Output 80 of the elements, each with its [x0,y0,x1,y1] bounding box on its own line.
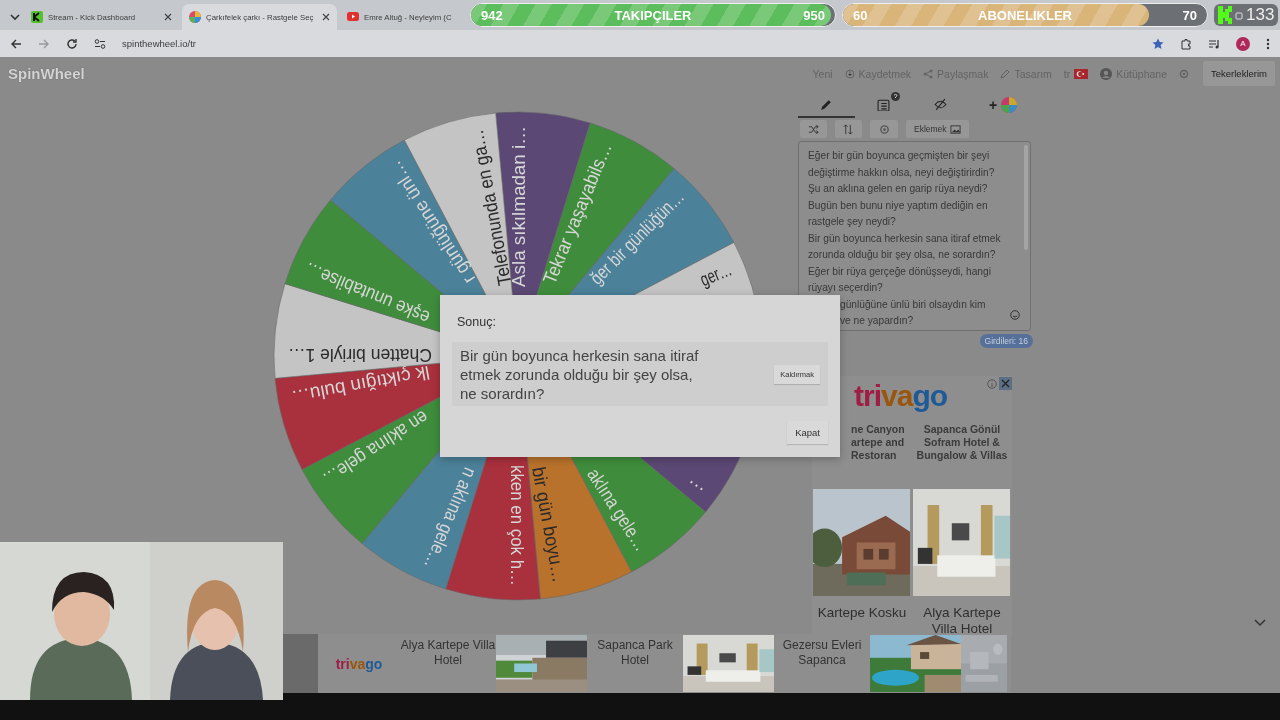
segment-label: bir gün boyu… [528,465,572,591]
close-icon[interactable] [999,377,1012,390]
entry-line: ve ne yapardın? [839,314,914,328]
profile-avatar[interactable]: A [1236,36,1250,51]
segment-label: kken en çok h… [507,465,529,602]
hotel-name[interactable]: Gezersu Evleri Sapanca [774,634,870,693]
hotel-name[interactable]: Alya Kartepe Villa Hotel [913,596,1011,637]
eye-slash-icon [934,97,947,111]
entry-line: Eğer bir rüya gerçeğe dönüşseydi, hangi [808,264,991,279]
close-icon[interactable] [164,13,172,21]
viewer-icon [1235,10,1243,20]
my-wheels-button[interactable]: Tekerleklerim [1203,61,1275,86]
entries-textarea[interactable] [798,141,1031,331]
smiley-icon[interactable] [1010,310,1020,320]
hotel-name[interactable]: Kartepe Kosku [813,596,911,637]
reload-icon[interactable] [66,37,78,50]
entry-line: zorunda olduğu bir şey olsa, ne sorardın? [808,248,996,262]
entry-line: Bugün ben bunu niye yaptım dediğin en [808,198,988,213]
goal-current: 942 [481,7,503,23]
more-menu-icon[interactable] [1266,37,1270,50]
info-icon[interactable] [987,378,997,389]
pencil-icon [820,97,833,111]
add-image-button[interactable]: Eklemek [906,120,969,138]
hotel-name[interactable]: Alya Kartepe Villa Hotel [400,634,496,693]
ad-edge-panel [283,634,318,693]
entry-line: değiştirme hakkın olsa, neyi değiştirirdin? [808,165,995,180]
settings-button[interactable] [870,120,898,138]
globe-avatar-icon [1100,67,1113,80]
settings-icon [878,123,890,135]
goal-label: ABONELIKLER [978,7,1072,23]
goal-target: 70 [1182,7,1197,23]
sort-button[interactable] [835,120,862,138]
clipboard-list-icon [877,97,890,111]
share-icon [923,68,934,79]
viewer-count: 133 [1246,5,1275,25]
media-queue-icon[interactable] [1208,37,1220,50]
image-icon [949,123,961,135]
site-settings-icon[interactable] [94,37,106,50]
segment-label: n aklına gele… [412,464,481,590]
add-button[interactable]: + [989,97,998,113]
color-wheel-icon [189,11,201,23]
bookmark-star-icon[interactable] [1152,37,1164,50]
hotel-name[interactable]: Sapanca Park Hotel [587,634,683,693]
notification-badge-icon [891,92,900,101]
entry-line: rüyayı seçerdin? [808,281,883,295]
shuffle-icon [808,123,819,135]
pencil-icon [1000,68,1011,79]
kick-logo-icon [31,11,43,23]
hotel-name[interactable]: Sapanca Gönül Sofram Hotel & Bungalow & Villas [913,419,1011,489]
segment-label: ger… [696,252,748,291]
site-logo: SpinWheel [8,65,86,82]
sort-icon [843,123,854,135]
ad-logo: trivago [334,654,384,674]
segment-label: … [685,467,714,496]
entry-line: rastgele şey neydi? [808,215,896,229]
forward-arrow-icon[interactable] [38,37,50,50]
address-bar[interactable]: spinthewheel.io/tr [122,38,1136,49]
close-button[interactable]: Kapat [787,421,828,444]
chevron-down-icon[interactable] [1254,619,1266,627]
close-icon[interactable] [322,13,330,21]
shuffle-button[interactable] [800,120,827,138]
entry-line: Bir gün boyunca herkesin sana itiraf etmek [808,231,1001,246]
ad-logo: trivago [854,378,948,414]
video-play-icon [347,11,359,23]
entry-line: Eğer bir gün boyunca geçmişten bir şeyi [808,149,990,163]
turkey-flag-icon [1074,68,1089,79]
goal-target: 950 [803,7,825,23]
entry-line: günlüğüne ünlü biri olsaydın kim [839,297,986,312]
goal-label: TAKIPÇILER [614,7,692,23]
result-text: Bir gün boyunca herkesin sana itiraf etmek zorunda olduğu bir şey olsa, ne sorardın? [460,345,700,403]
entry-line: Şu an aklına gelen en garip rüya neydi? [808,182,988,196]
save-disk-icon [844,68,855,79]
goal-current: 60 [853,7,868,23]
dialog-title: Sonuç: [457,315,497,329]
entry-count-badge: Girdileri: 16 [979,334,1033,348]
settings-icon [1179,68,1190,79]
back-arrow-icon[interactable] [10,37,22,50]
extension-icon[interactable] [1180,37,1192,50]
color-wheel-icon[interactable] [1001,97,1018,113]
kick-logo-icon [1218,6,1232,24]
